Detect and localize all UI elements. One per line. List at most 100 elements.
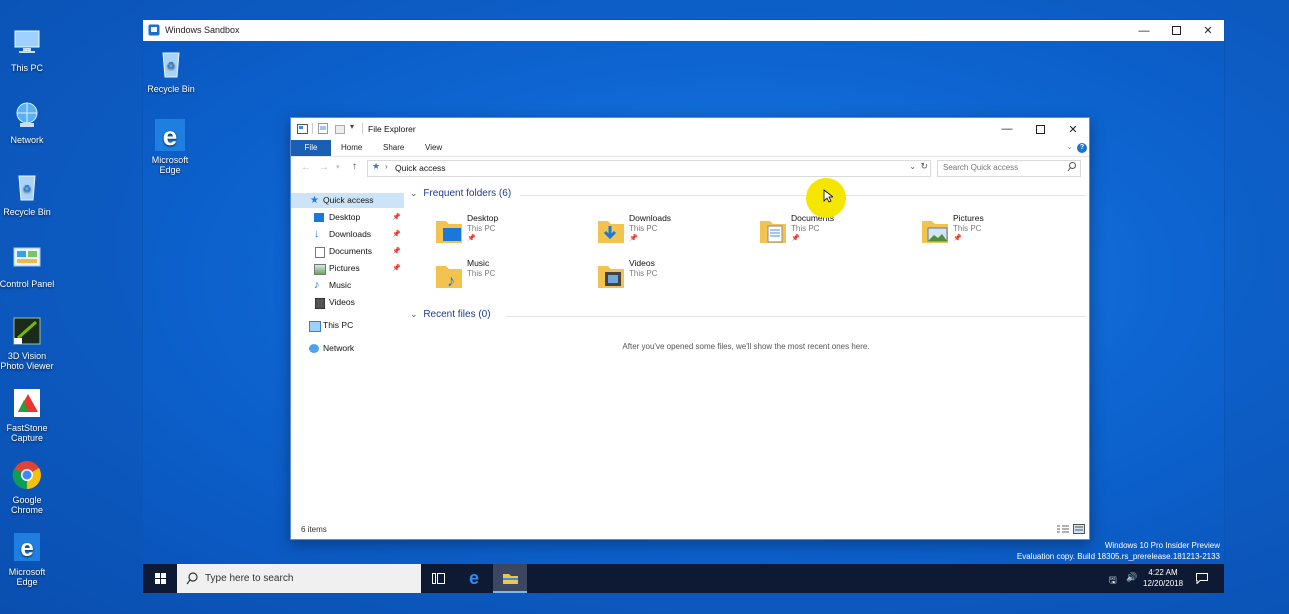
3d-vision-icon: [10, 314, 44, 348]
volume-tray-icon[interactable]: 🔊: [1126, 572, 1137, 583]
clock[interactable]: 4:22 AM 12/20/2018: [1143, 567, 1183, 589]
search-box[interactable]: Search Quick access: [937, 160, 1081, 177]
properties-icon[interactable]: [318, 123, 328, 137]
forward-arrow-icon[interactable]: →: [319, 162, 329, 173]
folder-tile-desktop[interactable]: Desktop This PC 📌: [435, 213, 585, 255]
host-icon-edge[interactable]: e Microsoft Edge: [0, 530, 57, 587]
taskbar-search-box[interactable]: Type here to search: [177, 564, 421, 593]
file-explorer-icon: [502, 573, 518, 584]
nav-item-downloads[interactable]: ↓ Downloads 📌: [291, 227, 404, 242]
new-folder-icon[interactable]: [335, 123, 345, 137]
pin-icon: 📌: [392, 214, 401, 221]
sandbox-icon-recycle-bin[interactable]: ♻ Recycle Bin: [143, 47, 201, 94]
host-icon-label: Control Panel: [0, 279, 55, 289]
pictures-icon: [314, 264, 326, 275]
desktop-folder-icon: [314, 213, 324, 222]
folder-location: This PC: [953, 224, 982, 233]
host-icon-recycle-bin[interactable]: ♻ Recycle Bin: [0, 170, 57, 217]
nav-label: Network: [323, 343, 355, 353]
taskbar-file-explorer-button[interactable]: [493, 564, 527, 593]
desktop-folder-icon: [435, 215, 463, 245]
nav-item-quick-access[interactable]: ★ Quick access: [291, 193, 404, 208]
folder-name: Videos: [629, 258, 655, 268]
nav-item-music[interactable]: ♪ Music: [291, 278, 404, 293]
nav-item-desktop[interactable]: Desktop 📌: [291, 210, 404, 225]
sandbox-icon-label: Microsoft Edge: [151, 155, 189, 175]
folder-tile-videos[interactable]: Videos This PC: [597, 258, 747, 300]
pin-icon: 📌: [392, 231, 401, 238]
sandbox-maximize-button[interactable]: [1160, 20, 1192, 41]
clock-time: 4:22 AM: [1148, 568, 1178, 577]
sandbox-titlebar[interactable]: Windows Sandbox — ✕: [143, 20, 1224, 41]
search-input[interactable]: Search Quick access: [943, 163, 1018, 172]
explorer-titlebar[interactable]: ▾ File Explorer — ✕: [291, 118, 1089, 140]
nav-item-this-pc[interactable]: This PC: [291, 318, 404, 333]
explorer-minimize-button[interactable]: —: [991, 118, 1023, 140]
maximize-icon: [1035, 124, 1045, 134]
ribbon-expand-icon[interactable]: ⌄: [1066, 142, 1073, 151]
frequent-folders-header[interactable]: ⌄ Frequent folders (6): [410, 188, 1086, 199]
folder-location: This PC: [467, 269, 496, 278]
host-icon-network[interactable]: Network: [0, 98, 57, 145]
nav-item-documents[interactable]: Documents 📌: [291, 244, 404, 259]
folder-tile-downloads[interactable]: Downloads This PC 📌: [597, 213, 747, 255]
action-center-button[interactable]: [1185, 564, 1219, 593]
nav-label: Pictures: [329, 263, 360, 273]
host-icon-faststone[interactable]: FastStone Capture: [0, 386, 57, 443]
details-view-icon[interactable]: [1057, 525, 1069, 536]
sandbox-close-button[interactable]: ✕: [1192, 20, 1224, 41]
sandbox-minimize-button[interactable]: —: [1128, 20, 1160, 41]
ribbon-tabs: File Home Share View ⌄ ?: [291, 140, 1089, 157]
host-icon-label: Microsoft Edge: [8, 567, 46, 587]
tab-home[interactable]: Home: [333, 140, 370, 156]
explorer-maximize-button[interactable]: [1024, 118, 1056, 140]
chrome-icon: [10, 458, 44, 492]
host-icon-control-panel[interactable]: Control Panel: [0, 242, 57, 289]
network-tray-icon[interactable]: 🖫: [1109, 573, 1117, 589]
nav-item-pictures[interactable]: Pictures 📌: [291, 261, 404, 276]
folder-name: Pictures: [953, 213, 984, 223]
downloads-arrow-icon: ↓: [314, 228, 320, 240]
taskbar-edge-button[interactable]: e: [457, 564, 491, 593]
explorer-close-button[interactable]: ✕: [1057, 118, 1089, 140]
chevron-down-icon: ⌄: [410, 309, 418, 319]
host-icon-3d-vision[interactable]: 3D Vision Photo Viewer: [0, 314, 57, 371]
svg-text:e: e: [163, 121, 177, 151]
qat-dropdown-icon[interactable]: ▾: [350, 122, 354, 131]
nav-label: Downloads: [329, 229, 372, 239]
recent-locations-icon[interactable]: ▾: [336, 163, 340, 171]
pin-icon: 📌: [467, 235, 476, 242]
search-icon: [186, 572, 198, 588]
taskbar-search-input[interactable]: Type here to search: [205, 573, 293, 584]
section-divider: [506, 316, 1086, 317]
recent-files-header[interactable]: ⌄ Recent files (0): [410, 309, 1086, 320]
tab-file[interactable]: File: [291, 140, 331, 156]
network-icon: [309, 344, 319, 353]
tab-view[interactable]: View: [417, 140, 450, 156]
nav-item-videos[interactable]: Videos: [291, 295, 404, 310]
folder-location: This PC: [467, 224, 496, 233]
folder-name: Downloads: [629, 213, 672, 223]
refresh-icon[interactable]: ↻: [920, 161, 928, 172]
nav-item-network[interactable]: Network: [291, 341, 404, 356]
address-bar[interactable]: ★ › Quick access ⌄ ↻: [367, 160, 931, 177]
sandbox-icon-edge[interactable]: e Microsoft Edge: [143, 118, 199, 175]
folder-tile-pictures[interactable]: Pictures This PC 📌: [921, 213, 1071, 255]
address-dropdown-icon[interactable]: ⌄: [909, 162, 916, 171]
folder-tile-documents[interactable]: Documents This PC 📌: [759, 213, 909, 255]
up-arrow-icon[interactable]: ↑: [352, 161, 357, 172]
back-arrow-icon[interactable]: ←: [301, 162, 311, 173]
tab-share[interactable]: Share: [375, 140, 412, 156]
folder-tile-music[interactable]: ♪ Music This PC: [435, 258, 585, 300]
host-icon-chrome[interactable]: Google Chrome: [0, 458, 57, 515]
host-icon-label: Network: [10, 135, 44, 145]
chevron-down-icon: ⌄: [410, 188, 418, 198]
help-icon[interactable]: ?: [1077, 143, 1087, 153]
task-view-icon: [431, 573, 445, 584]
folder-location: This PC: [791, 224, 820, 233]
host-icon-this-pc[interactable]: This PC: [0, 26, 57, 73]
task-view-button[interactable]: [421, 564, 455, 593]
start-button[interactable]: [143, 564, 177, 593]
large-icons-view-icon[interactable]: [1073, 524, 1085, 536]
section-title: Recent files (0): [423, 309, 491, 320]
